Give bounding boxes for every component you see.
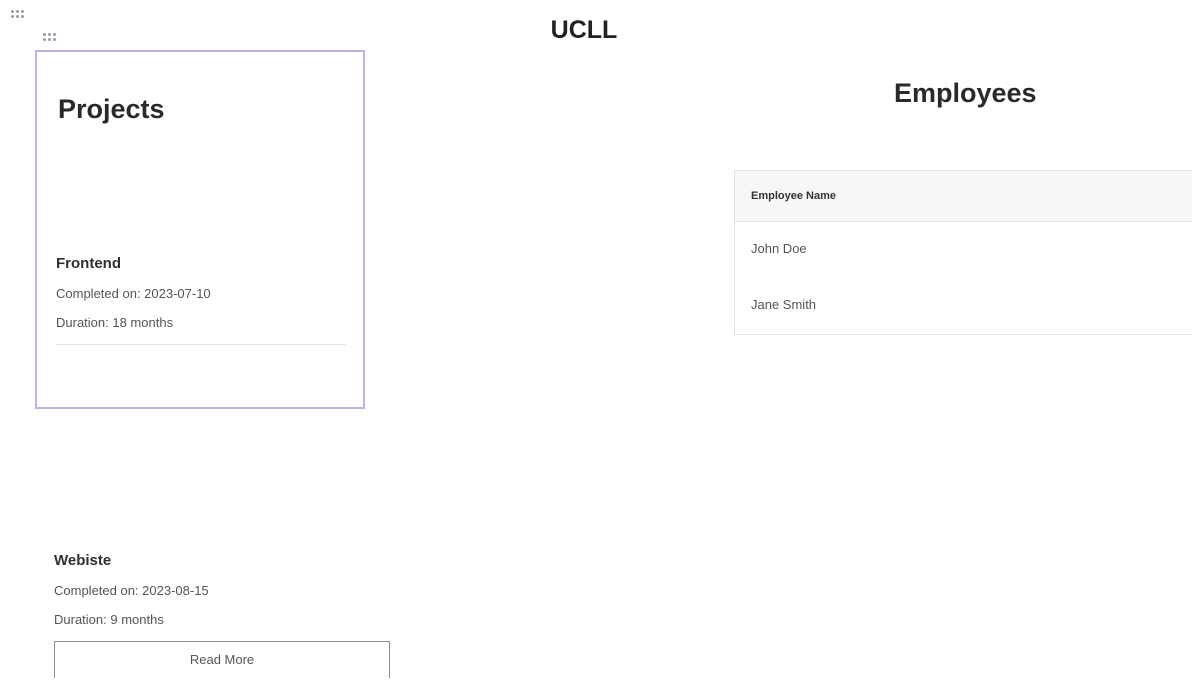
employees-heading: Employees	[894, 78, 1037, 108]
project-card: Frontend Completed on: 2023-07-10 Durati…	[56, 255, 346, 345]
project-name: Frontend	[56, 255, 121, 272]
project-divider	[56, 344, 346, 345]
table-row: John Doe	[751, 241, 807, 256]
project-completed-date: Completed on: 2023-07-10	[56, 286, 211, 301]
page-title: UCLL	[550, 16, 618, 44]
project-duration: Duration: 9 months	[54, 612, 164, 627]
projects-section[interactable]: Projects Frontend Completed on: 2023-07-…	[35, 50, 365, 409]
read-more-button[interactable]: Read More	[54, 641, 390, 678]
project-duration: Duration: 18 months	[56, 315, 174, 330]
project-completed-date: Completed on: 2023-08-15	[54, 583, 209, 598]
block-drag-handle-icon[interactable]	[43, 33, 56, 41]
projects-heading: Projects	[58, 94, 165, 124]
project-card: Webiste Completed on: 2023-08-15 Duratio…	[54, 552, 390, 678]
table-header-employee-name: Employee Name	[735, 171, 1192, 222]
table-row: Jane Smith	[751, 297, 817, 312]
employees-table: Employee Name John Doe Jane Smith	[734, 170, 1192, 335]
project-name: Webiste	[54, 552, 112, 569]
